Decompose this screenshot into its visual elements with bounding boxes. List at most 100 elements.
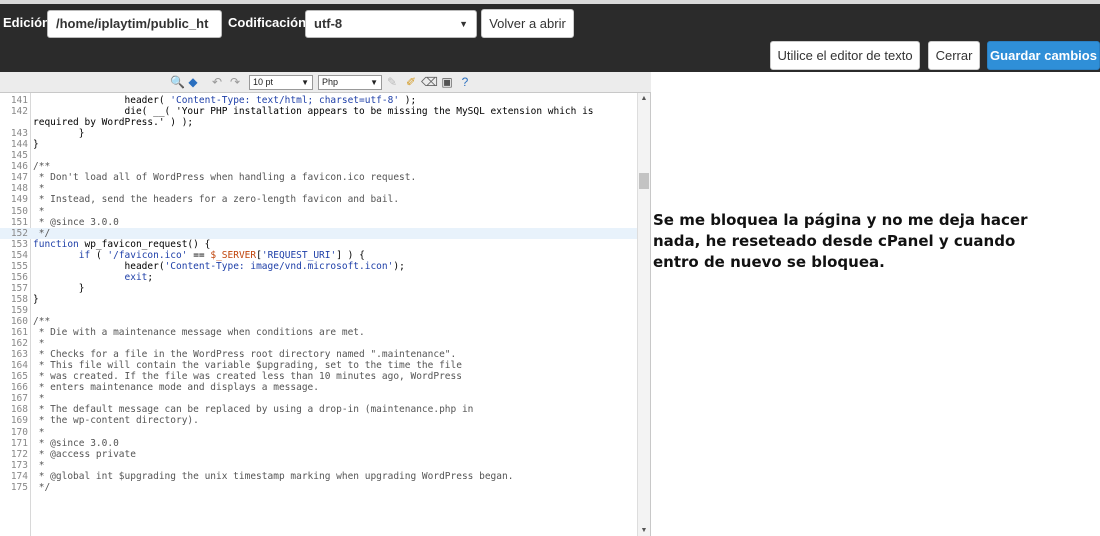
code-text: */ <box>33 481 51 493</box>
clear-icon[interactable]: ⌫ <box>421 75 438 89</box>
line-number: 161 <box>10 327 28 339</box>
text-editor-button[interactable]: Utilice el editor de texto <box>770 41 920 70</box>
top-border <box>0 0 1100 4</box>
code-text: } <box>33 293 39 305</box>
code-text: header( 'Content-Type: text/html; charse… <box>33 95 417 106</box>
code-line[interactable]: 142 die( __( 'Your PHP installation appe… <box>0 106 637 117</box>
code-line[interactable]: 150 * <box>0 206 637 217</box>
code-line[interactable]: 165 * was created. If the file was creat… <box>0 371 637 382</box>
line-number: 150 <box>10 205 28 217</box>
code-line[interactable]: 164 * This file will contain the variabl… <box>0 360 637 371</box>
line-number: 147 <box>10 172 28 184</box>
line-number: 159 <box>10 304 28 316</box>
code-text: exit; <box>124 271 154 283</box>
code-line[interactable]: 161 * Die with a maintenance message whe… <box>0 327 637 338</box>
code-line[interactable]: 147 * Don't load all of WordPress when h… <box>0 172 637 183</box>
code-line[interactable]: 160 /** <box>0 316 637 327</box>
code-text: /** <box>33 161 51 173</box>
line-number: 160 <box>10 316 28 327</box>
code-line[interactable]: 149 * Instead, send the headers for a ze… <box>0 194 637 205</box>
code-text: * the wp-content directory). <box>33 415 199 427</box>
code-line[interactable]: 162 * <box>0 338 637 349</box>
highlight-icon[interactable]: ✎ <box>385 75 399 89</box>
code-line[interactable]: 153 function wp_favicon_request() { <box>0 239 637 250</box>
code-line[interactable]: 170 * <box>0 427 637 438</box>
code-line[interactable]: 145 <box>0 150 637 161</box>
scroll-down-icon[interactable]: ▼ <box>639 527 649 534</box>
code-line[interactable]: 146 /** <box>0 161 637 172</box>
code-text: * <box>33 205 45 217</box>
line-number: 152 <box>10 227 28 239</box>
overlay-line: Se me bloquea la página y no me deja hac… <box>653 211 1028 229</box>
font-size-select[interactable]: 10 pt ▼ <box>249 75 313 90</box>
line-number: 162 <box>10 338 28 350</box>
code-line[interactable]: 148 * <box>0 183 637 194</box>
reopen-button[interactable]: Volver a abrir <box>481 9 574 38</box>
codificacion-label: Codificación: <box>228 15 311 30</box>
find-icon[interactable]: 🔍 <box>170 75 185 89</box>
code-line[interactable]: 144} <box>0 139 637 150</box>
code-line[interactable]: 159 <box>0 305 637 316</box>
reset-icon[interactable]: ✐ <box>404 75 418 89</box>
code-line[interactable]: 171 * @since 3.0.0 <box>0 438 637 449</box>
scrollbar-thumb[interactable] <box>639 173 649 189</box>
code-line[interactable]: 152 */ <box>0 227 637 239</box>
code-line[interactable]: 143 } <box>0 128 637 139</box>
fullscreen-icon[interactable]: ▣ <box>440 75 454 89</box>
overlay-line: entro de nuevo se bloquea. <box>653 253 885 271</box>
code-text: if ( '/favicon.ico' == $_SERVER['REQUEST… <box>78 249 365 261</box>
line-number: 156 <box>10 271 28 283</box>
replace-icon[interactable]: ◆ <box>186 75 200 89</box>
undo-icon[interactable]: ↶ <box>210 75 224 89</box>
code-line[interactable]: 141 header( 'Content-Type: text/html; ch… <box>0 95 637 106</box>
language-select[interactable]: Php ▼ <box>318 75 382 90</box>
redo-icon[interactable]: ↷ <box>228 75 242 89</box>
code-text: } <box>33 128 85 140</box>
line-number: 146 <box>10 161 28 173</box>
code-line[interactable]: 167 * <box>0 393 637 404</box>
code-line[interactable]: 169 * the wp-content directory). <box>0 415 637 426</box>
code-line[interactable]: 175 */ <box>0 482 637 493</box>
chevron-down-icon: ▼ <box>459 19 468 29</box>
overlay-line: nada, he reseteado desde cPanel y cuando <box>653 232 1016 250</box>
editor-header-bar: Edición: /home/iplaytim/public_ht Codifi… <box>0 0 1100 72</box>
code-text: * @since 3.0.0 <box>33 216 119 228</box>
line-number: 164 <box>10 360 28 372</box>
line-number: 166 <box>10 382 28 394</box>
line-number: 151 <box>10 216 28 228</box>
code-line[interactable]: 166 * enters maintenance mode and displa… <box>0 382 637 393</box>
code-line[interactable]: 156 exit; <box>0 272 637 283</box>
save-changes-button[interactable]: Guardar cambios <box>987 41 1100 70</box>
code-line[interactable]: 151 * @since 3.0.0 <box>0 217 637 228</box>
code-text: header('Content-Type: image/vnd.microsof… <box>33 260 405 272</box>
code-text: * The default message can be replaced by… <box>33 404 474 416</box>
code-line[interactable]: 154 if ( '/favicon.ico' == $_SERVER['REQ… <box>0 250 637 261</box>
help-icon[interactable]: ? <box>458 75 472 89</box>
code-line[interactable]: required by WordPress.' ) ); <box>0 117 637 128</box>
code-editor-panel: 🔍 ◆ ↶ ↷ 10 pt ▼ Php ▼ ✎ ✐ ⌫ ▣ ? 141 header… <box>0 72 651 536</box>
editor-toolbar: 🔍 ◆ ↶ ↷ 10 pt ▼ Php ▼ ✎ ✐ ⌫ ▣ ? <box>0 72 651 93</box>
line-number: 145 <box>10 150 28 162</box>
line-number: 168 <box>10 404 28 416</box>
line-number: 155 <box>10 260 28 272</box>
code-area[interactable]: 141 header( 'Content-Type: text/html; ch… <box>0 93 637 536</box>
scroll-up-icon[interactable]: ▲ <box>639 95 649 102</box>
code-line[interactable]: 172 * @access private <box>0 449 637 460</box>
code-line[interactable]: 163 * Checks for a file in the WordPress… <box>0 349 637 360</box>
line-number: 149 <box>10 194 28 206</box>
encoding-select[interactable]: utf-8 ▼ <box>305 10 477 38</box>
line-number: 144 <box>10 139 28 151</box>
line-number: 173 <box>10 459 28 471</box>
code-line[interactable]: 158} <box>0 294 637 305</box>
code-line[interactable]: 174 * @global int $upgrading the unix ti… <box>0 471 637 482</box>
code-line[interactable]: 168 * The default message can be replace… <box>0 404 637 415</box>
editor-scrollbar[interactable]: ▲ ▼ <box>637 93 650 536</box>
code-line[interactable]: 155 header('Content-Type: image/vnd.micr… <box>0 261 637 272</box>
code-text: */ <box>33 227 51 239</box>
code-text: * @global int $upgrading the unix timest… <box>33 470 514 482</box>
file-path-field[interactable]: /home/iplaytim/public_ht <box>47 10 222 38</box>
code-line[interactable]: 157 } <box>0 283 637 294</box>
line-number: 148 <box>10 183 28 195</box>
close-button[interactable]: Cerrar <box>928 41 980 70</box>
code-line[interactable]: 173 * <box>0 460 637 471</box>
